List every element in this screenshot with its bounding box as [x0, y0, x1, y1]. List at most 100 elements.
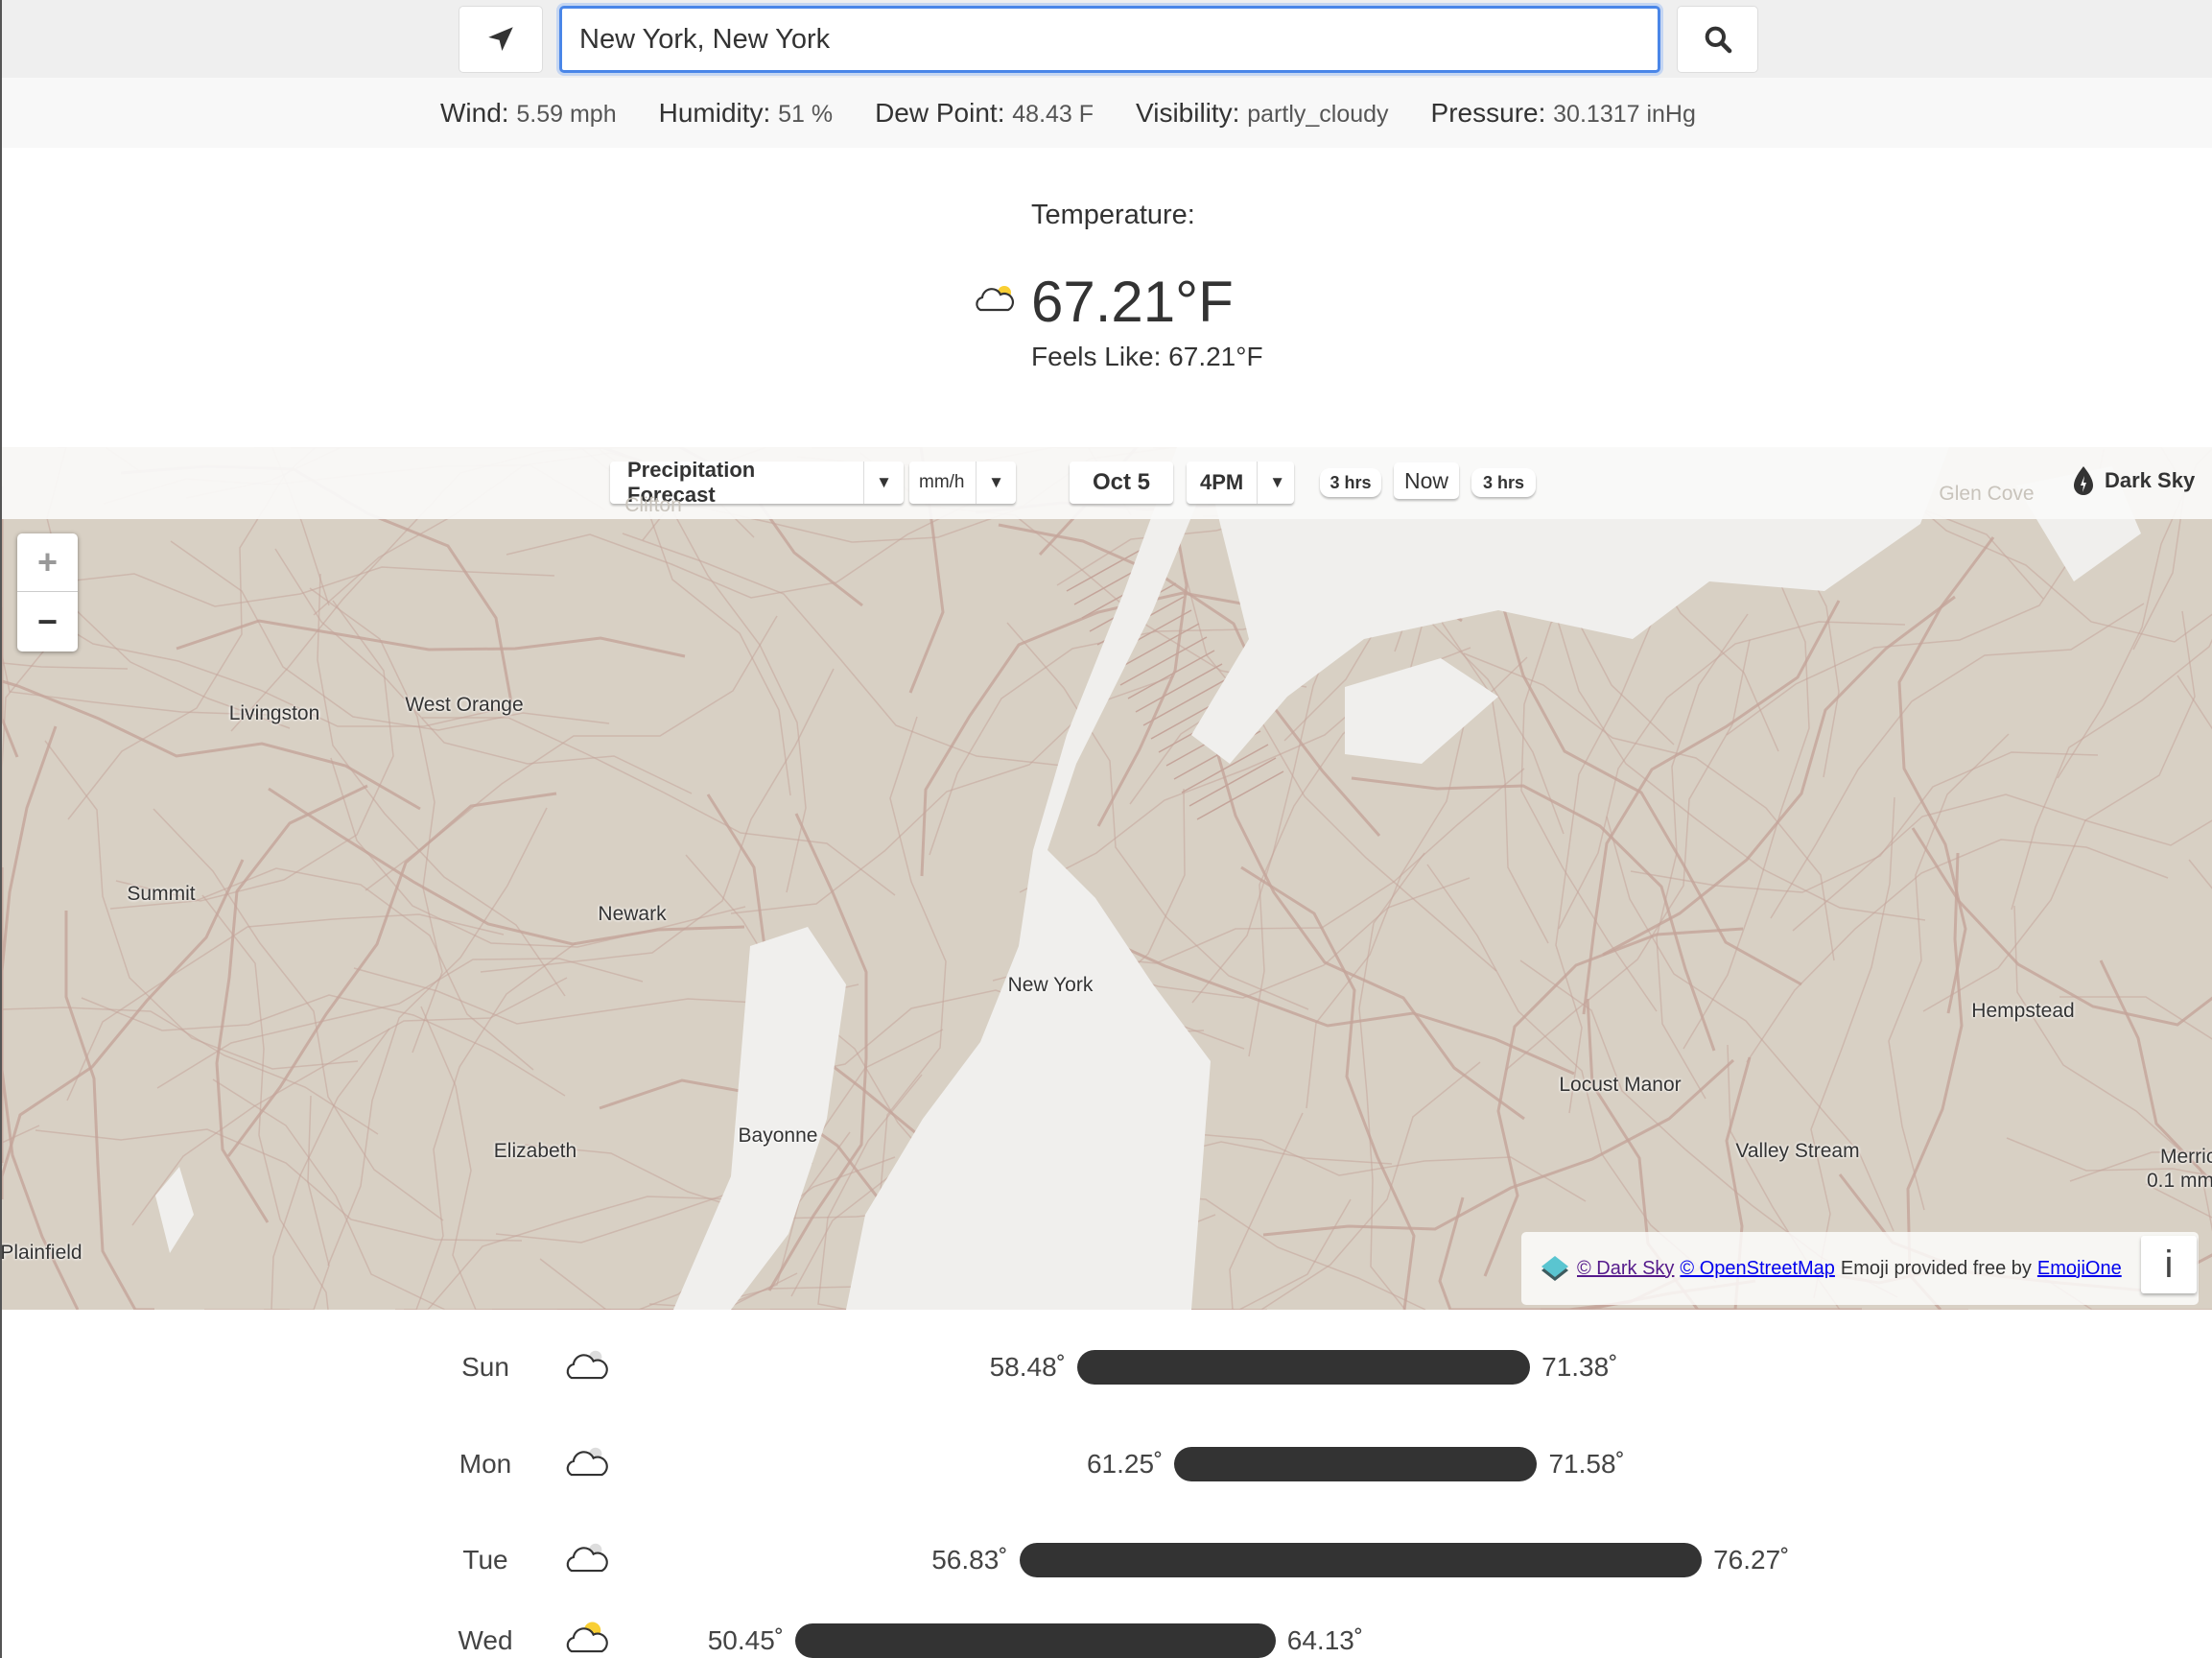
street: [1135, 663, 1223, 713]
emojione-link[interactable]: EmojiOne: [2037, 1258, 2122, 1280]
stat-visibility: Visibility: partly_cloudy: [1136, 97, 1389, 128]
location-arrow-icon: [488, 27, 513, 52]
road: [176, 619, 686, 658]
zoom-in-button[interactable]: +: [17, 533, 78, 592]
temperature-range-bar: [1077, 1350, 1531, 1385]
forward-3-hours-button[interactable]: 3 hrs: [1471, 468, 1536, 497]
map-label: Livingston: [228, 702, 320, 724]
road: [1070, 768, 1525, 964]
dark-sky-attribution-link[interactable]: © Dark Sky: [1577, 1258, 1674, 1280]
road: [2, 859, 245, 1199]
map-label: Elizabeth: [493, 1140, 577, 1162]
street: [1188, 757, 1277, 807]
search-button[interactable]: [1677, 6, 1758, 73]
road: [622, 533, 1064, 767]
road: [2145, 1183, 2212, 1219]
map-label: Summit: [127, 883, 196, 905]
forecast-day: Mon: [459, 1449, 512, 1479]
chevron-down-icon: ▼: [1257, 462, 1297, 504]
dark-sky-link[interactable]: Dark Sky: [2072, 466, 2195, 495]
map-label: Clifton: [624, 494, 682, 516]
road: [2177, 675, 2212, 730]
road: [1553, 607, 1926, 921]
road: [48, 566, 555, 607]
current-location-button[interactable]: [459, 6, 543, 73]
road: [1656, 613, 1749, 1100]
road: [422, 717, 896, 896]
road: [2011, 638, 2212, 911]
chevron-down-icon: ▼: [863, 462, 904, 504]
road: [215, 784, 368, 1223]
partly-sunny-icon: [566, 1622, 608, 1653]
cloud-icon: [566, 1543, 608, 1573]
low-temperature: 56.83˚: [931, 1545, 1008, 1575]
forecast-row[interactable]: Wed 50.45˚ 64.13˚: [2, 1614, 2212, 1658]
road: [115, 600, 394, 902]
road: [1497, 592, 1802, 986]
dark-sky-logo-icon: [2074, 466, 2093, 495]
road: [201, 894, 329, 1310]
now-button[interactable]: Now: [1394, 462, 1459, 499]
road: [1602, 595, 1956, 957]
feels-like: Feels Like: 67.21°F: [1031, 342, 1263, 371]
road: [2188, 859, 2212, 889]
forecast-day: Wed: [458, 1625, 513, 1655]
map-tiles[interactable]: [2, 447, 2212, 1310]
road: [1483, 927, 1744, 1277]
high-temperature: 71.58˚: [1548, 1449, 1625, 1479]
chevron-down-icon: ▼: [976, 462, 1016, 504]
forecast-row[interactable]: Tue 56.83˚ 76.27˚: [2, 1533, 2212, 1577]
map-label: Hempstead: [1971, 1000, 2075, 1022]
map-attribution: © Dark Sky © OpenStreetMap Emoji provide…: [1521, 1232, 2199, 1305]
info-button[interactable]: i: [2141, 1236, 2197, 1293]
high-temperature: 76.27˚: [1713, 1545, 1790, 1575]
road: [2, 1033, 40, 1166]
road: [730, 675, 1174, 914]
cloud-icon: [976, 286, 1015, 312]
road: [327, 807, 548, 1267]
time-select[interactable]: 4PM ▼: [1187, 462, 1294, 504]
road: [2013, 905, 2212, 1232]
low-temperature: 58.48˚: [989, 1352, 1066, 1382]
street: [1196, 770, 1284, 820]
zoom-out-button[interactable]: −: [17, 592, 78, 651]
road: [66, 913, 505, 1101]
stat-dew-point: Dew Point: 48.43 F: [875, 97, 1094, 128]
back-3-hours-button[interactable]: 3 hrs: [1320, 468, 1381, 497]
date-button[interactable]: Oct 5: [1070, 462, 1173, 504]
stat-wind: Wind: 5.59 mph: [440, 97, 617, 128]
road: [1240, 865, 1416, 1310]
current-temperature: 67.21°F: [1031, 270, 1234, 334]
stat-pressure: Pressure: 30.1317 inHg: [1430, 97, 1696, 128]
forecast-row[interactable]: Sun 58.48˚ 71.38˚: [2, 1340, 2212, 1385]
dark-sky-layers-icon: [1541, 1256, 1568, 1281]
road: [274, 548, 693, 794]
road: [1358, 852, 1425, 1310]
stat-humidity: Humidity: 51 %: [658, 97, 834, 128]
road: [1897, 536, 1995, 1014]
road: [226, 792, 557, 1157]
road: [365, 615, 778, 891]
precipitation-map[interactable]: Precipitation Forecast ▼ mm/h ▼ Oct 5 4P…: [2, 447, 2212, 1310]
location-search-input[interactable]: [559, 6, 1660, 73]
map-label: New York: [1007, 974, 1094, 996]
map-label: Glen Cove: [1939, 483, 2035, 505]
temperature-range-bar: [795, 1623, 1276, 1658]
forecast-row[interactable]: Mon 61.25˚ 71.58˚: [2, 1437, 2212, 1481]
road: [1810, 796, 1895, 1299]
openstreetmap-link[interactable]: © OpenStreetMap: [1680, 1258, 1834, 1280]
map-label: Valley Stream: [1735, 1140, 1860, 1162]
road: [268, 787, 745, 946]
road: [81, 994, 566, 1097]
conditions-bar: Wind: 5.59 mph Humidity: 51 % Dew Point:…: [2, 78, 2212, 148]
map-label: Newark: [598, 903, 667, 925]
cloud-icon: [566, 1350, 608, 1380]
map-label: Plainfield: [2, 1242, 82, 1264]
street: [1127, 650, 1215, 699]
cloud-icon: [566, 1447, 608, 1477]
road: [309, 587, 443, 1054]
map-label: West Orange: [405, 694, 524, 716]
map-label: Merric: [2160, 1146, 2212, 1168]
unit-select[interactable]: mm/h ▼: [909, 462, 1016, 504]
road: [2059, 996, 2212, 1040]
